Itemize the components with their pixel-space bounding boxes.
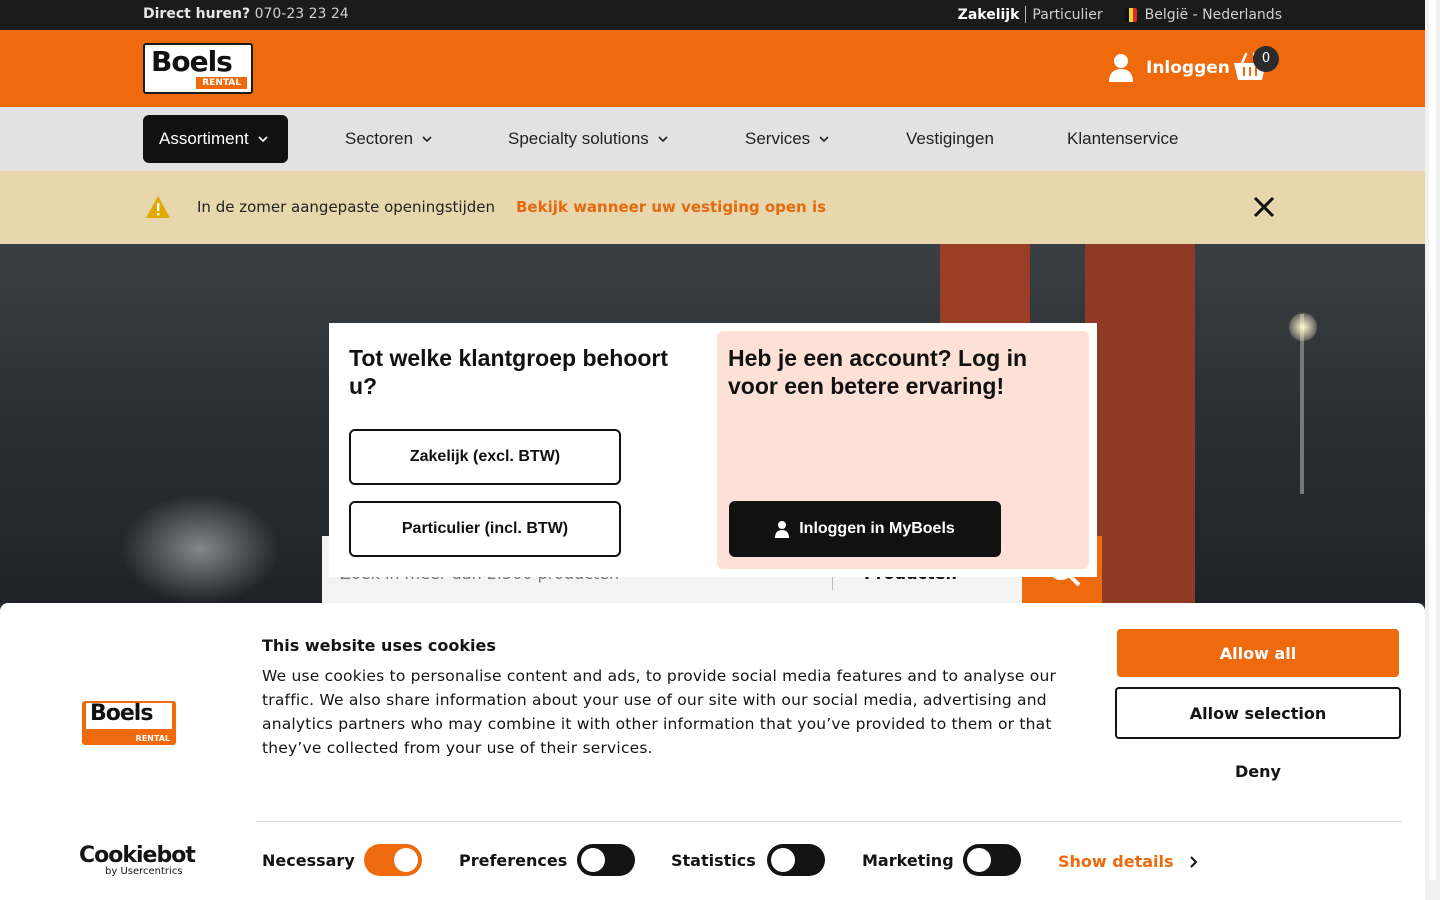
belgium-flag-icon [1124, 7, 1137, 22]
page-scrollbar[interactable] [1425, 0, 1440, 900]
site-header: Boels RENTAL Inloggen 0 [0, 30, 1425, 107]
modal-right-title: Heb je een account? Log in voor een bete… [728, 345, 1028, 399]
scrollbar-thumb[interactable] [1429, 0, 1436, 880]
login-link[interactable]: Inloggen [1108, 53, 1230, 83]
logo-sub: RENTAL [196, 77, 247, 89]
myboels-login-button[interactable]: Inloggen in MyBoels [729, 501, 1001, 557]
login-label: Inloggen [1146, 58, 1230, 78]
cookie-body: We use cookies to personalise content an… [262, 667, 1057, 757]
private-option-button[interactable]: Particulier (incl. BTW) [349, 501, 621, 557]
nav-item-klantenservice[interactable]: Klantenservice [1067, 115, 1179, 163]
nav-item-label: Specialty solutions [508, 129, 649, 148]
close-icon[interactable] [1253, 196, 1275, 218]
warning-icon [146, 196, 170, 218]
segment-private-link[interactable]: Particulier [1032, 7, 1102, 23]
allow-all-button[interactable]: Allow all [1117, 629, 1399, 677]
segment-switcher: Zakelijk Particulier België - Nederlands [958, 6, 1282, 23]
toggle-label-marketing: Marketing [862, 851, 954, 870]
notice-text: In de zomer aangepaste openingstijden [197, 198, 496, 216]
toggle-label-statistics: Statistics [671, 851, 756, 870]
allow-selection-button[interactable]: Allow selection [1115, 687, 1401, 739]
locale-selector[interactable]: België - Nederlands [1145, 7, 1282, 23]
logo-word: Boels [151, 45, 233, 78]
customer-group-modal: Tot welke klantgroep behoort u? Zakelijk… [329, 323, 1097, 577]
main-nav: Assortiment Sectoren Specialty solutions… [0, 107, 1425, 171]
segment-divider [1025, 6, 1027, 23]
nav-item-sectoren[interactable]: Sectoren [345, 115, 433, 163]
login-pane: Heb je een account? Log in voor een bete… [717, 331, 1089, 569]
hero-mist [120, 494, 280, 603]
toggle-knob [967, 848, 991, 872]
segment-business-link[interactable]: Zakelijk [958, 7, 1020, 23]
toggle-label-necessary: Necessary [262, 851, 355, 870]
nav-item-label: Services [745, 129, 811, 148]
nav-item-label: Sectoren [345, 129, 414, 148]
deny-button[interactable]: Deny [1117, 751, 1399, 791]
cookiebot-logo[interactable]: Cookiebot by Usercentrics [79, 843, 196, 878]
phone-number[interactable]: 070-23 23 24 [255, 6, 349, 22]
boels-logo: Boels RENTAL [82, 701, 176, 745]
boels-logo[interactable]: Boels RENTAL [143, 43, 253, 94]
nav-item-services[interactable]: Services [745, 115, 830, 163]
nav-item-specialty-solutions[interactable]: Specialty solutions [508, 115, 669, 163]
toggle-label-preferences: Preferences [459, 851, 568, 870]
chevron-right-icon [1189, 855, 1197, 868]
nav-item-vestigingen[interactable]: Vestigingen [906, 115, 994, 163]
notice-bar: In de zomer aangepaste openingstijden Be… [0, 171, 1425, 244]
necessary-toggle[interactable] [364, 844, 422, 876]
phone-label: Direct huren? [143, 6, 251, 22]
myboels-login-label: Inloggen in MyBoels [799, 520, 955, 537]
top-utility-bar: Direct huren? 070-23 23 24 Zakelijk Part… [0, 0, 1425, 30]
chevron-down-icon [819, 136, 829, 143]
statistics-toggle[interactable] [767, 844, 825, 876]
logo-sub: RENTAL [135, 734, 170, 743]
toggle-knob [581, 848, 605, 872]
nav-item-label: Vestigingen [906, 129, 994, 148]
cookie-divider [256, 821, 1402, 822]
chevron-down-icon [258, 136, 268, 143]
notice-link[interactable]: Bekijk wanneer uw vestiging open is [516, 198, 826, 216]
show-details-label: Show details [1058, 852, 1174, 871]
logo-word: Boels [90, 701, 153, 726]
toggle-knob [394, 848, 418, 872]
nav-item-label: Assortiment [159, 129, 249, 148]
user-icon [1109, 54, 1133, 82]
user-icon [775, 521, 790, 538]
nav-item-assortiment[interactable]: Assortiment [143, 115, 288, 163]
direct-rent-phone[interactable]: Direct huren? 070-23 23 24 [143, 6, 349, 22]
light-tower-lamp [1288, 312, 1318, 342]
show-details-link[interactable]: Show details [1058, 852, 1198, 871]
marketing-toggle[interactable] [963, 844, 1021, 876]
cart-count-badge: 0 [1253, 46, 1279, 72]
modal-left-title: Tot welke klantgroep behoort u? [349, 345, 669, 399]
preferences-toggle[interactable] [577, 844, 635, 876]
cookiebot-wordmark: Cookiebot [79, 843, 196, 868]
cookie-banner: Boels RENTAL This website uses cookies W… [0, 603, 1425, 900]
nav-item-label: Klantenservice [1067, 129, 1179, 148]
business-option-button[interactable]: Zakelijk (excl. BTW) [349, 429, 621, 485]
cookie-title: This website uses cookies [262, 636, 496, 655]
toggle-knob [771, 848, 795, 872]
chevron-down-icon [422, 136, 432, 143]
chevron-down-icon [658, 136, 668, 143]
